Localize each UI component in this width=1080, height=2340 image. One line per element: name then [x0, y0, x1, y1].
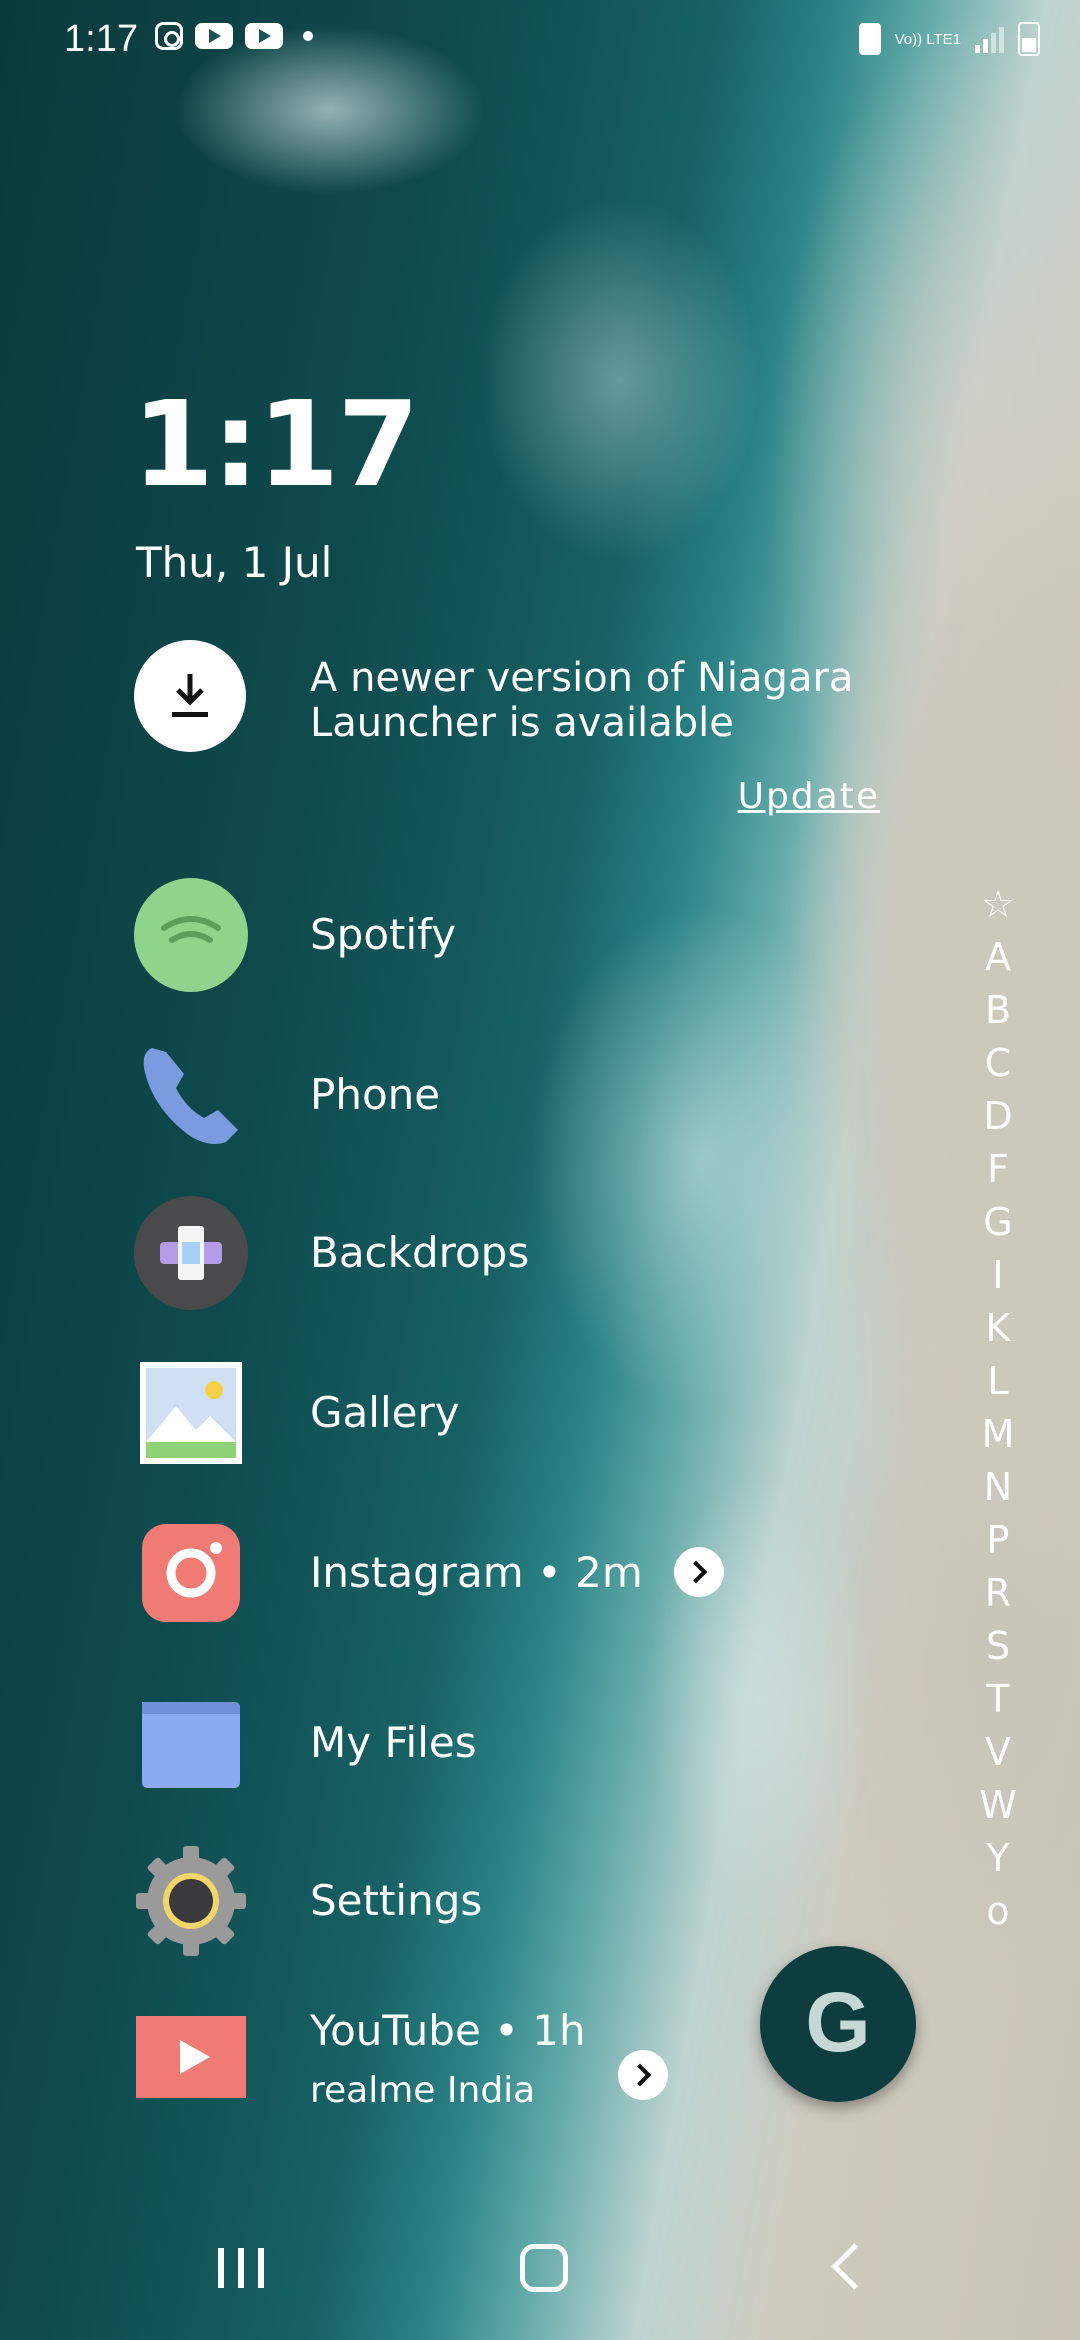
backdrops-icon [134, 1196, 248, 1310]
youtube-icon [136, 2016, 246, 2098]
signal-icon [975, 25, 1004, 53]
app-gallery[interactable]: Gallery [134, 1356, 894, 1476]
index-letter[interactable]: G [972, 1196, 1024, 1249]
status-time: 1:17 [64, 18, 138, 60]
index-letter[interactable]: V [972, 1726, 1024, 1779]
instagram-icon [155, 22, 183, 50]
gear-icon [136, 1846, 246, 1956]
index-letter[interactable]: ☆ [972, 878, 1024, 931]
index-letter[interactable]: I [972, 1249, 1024, 1302]
battery-icon [1018, 22, 1040, 56]
index-letter[interactable]: F [972, 1143, 1024, 1196]
app-label: YouTube • 1h [310, 2006, 586, 2055]
notification-subtitle: realme India [310, 2070, 536, 2111]
index-letter[interactable]: K [972, 1302, 1024, 1355]
index-letter[interactable]: R [972, 1567, 1024, 1620]
back-icon[interactable] [831, 2243, 878, 2290]
instagram-icon [142, 1524, 240, 1622]
index-letter[interactable]: P [972, 1514, 1024, 1567]
index-letter[interactable]: M [972, 1408, 1024, 1461]
app-label: My Files [310, 1718, 477, 1767]
youtube-icon [195, 23, 233, 49]
update-button[interactable]: Update [738, 776, 880, 817]
index-letter[interactable]: B [972, 984, 1024, 1037]
app-instagram[interactable]: Instagram • 2m [134, 1516, 894, 1636]
app-settings[interactable]: Settings [134, 1844, 894, 1964]
google-icon: G [805, 1975, 871, 2069]
gallery-icon [140, 1362, 242, 1464]
expand-notifications-button[interactable] [674, 1547, 724, 1597]
index-letter[interactable]: L [972, 1355, 1024, 1408]
data-saver-icon [858, 23, 881, 55]
expand-notifications-button[interactable] [618, 2050, 668, 2100]
index-letter[interactable]: Y [972, 1832, 1024, 1885]
app-label: Settings [310, 1876, 483, 1925]
home-icon[interactable] [520, 2244, 568, 2292]
index-letter[interactable]: C [972, 1037, 1024, 1090]
spotify-icon [134, 878, 248, 992]
system-icons: Vo)) LTE1 [858, 22, 1040, 56]
clock-date[interactable]: Thu, 1 Jul [136, 538, 332, 587]
app-label: Backdrops [310, 1228, 530, 1277]
folder-icon [142, 1702, 240, 1788]
index-letter[interactable]: S [972, 1620, 1024, 1673]
app-phone[interactable]: Phone [134, 1038, 894, 1158]
recents-icon[interactable] [218, 2248, 264, 2288]
app-label: Gallery [310, 1388, 460, 1437]
phone-icon [143, 1048, 238, 1144]
app-label: Instagram • 2m [310, 1548, 643, 1597]
google-search-button[interactable]: G [760, 1946, 916, 2102]
navigation-bar [0, 2222, 1080, 2340]
clock-time[interactable]: 1:17 [132, 375, 420, 513]
index-letter[interactable]: A [972, 931, 1024, 984]
network-label: Vo)) LTE1 [894, 30, 961, 48]
app-backdrops[interactable]: Backdrops [134, 1196, 894, 1316]
app-label: Spotify [310, 910, 457, 959]
update-message: A newer version of Niagara Launcher is a… [310, 655, 854, 746]
app-label: Phone [310, 1070, 441, 1119]
app-spotify[interactable]: Spotify [134, 878, 894, 998]
download-icon [134, 640, 246, 752]
app-my-files[interactable]: My Files [134, 1686, 894, 1806]
index-letter[interactable]: o [972, 1885, 1024, 1938]
youtube-icon [245, 23, 283, 49]
dot-icon [303, 31, 313, 41]
index-letter[interactable]: D [972, 1090, 1024, 1143]
update-notice: A newer version of Niagara Launcher is a… [134, 640, 894, 840]
alphabet-index[interactable]: ☆ A B C D F G I K L M N P R S T V W Yo [972, 878, 1024, 1938]
index-letter[interactable]: T [972, 1673, 1024, 1726]
notification-icons [155, 22, 313, 50]
index-letter[interactable]: W [972, 1779, 1024, 1832]
index-letter[interactable]: N [972, 1461, 1024, 1514]
status-bar: 1:17 Vo)) LTE1 [0, 0, 1080, 80]
